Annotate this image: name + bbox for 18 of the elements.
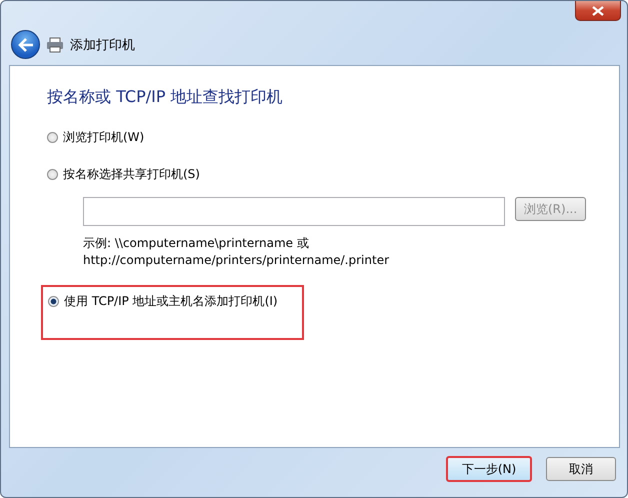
radio-button[interactable] — [48, 296, 59, 307]
back-arrow-icon — [18, 38, 34, 52]
option-label: 浏览打印机(W) — [63, 129, 144, 146]
back-button[interactable] — [11, 30, 40, 59]
close-button[interactable] — [575, 1, 621, 21]
cancel-button[interactable]: 取消 — [546, 457, 616, 481]
printer-icon — [46, 37, 64, 53]
page-heading: 按名称或 TCP/IP 地址查找打印机 — [47, 87, 284, 108]
example-text: http://computername/printers/printername/.printer — [83, 252, 390, 269]
example-text: 示例: \\computername\printername 或 — [83, 235, 310, 252]
option-label: 使用 TCP/IP 地址或主机名添加打印机(I) — [64, 293, 278, 310]
radio-button[interactable] — [47, 169, 58, 180]
next-button[interactable]: 下一步(N) — [446, 456, 532, 482]
option-label: 按名称选择共享打印机(S) — [63, 166, 200, 183]
printer-name-field[interactable] — [83, 197, 505, 226]
close-icon — [592, 6, 604, 16]
radio-button[interactable] — [47, 132, 58, 143]
window-title: 添加打印机 — [70, 37, 135, 54]
